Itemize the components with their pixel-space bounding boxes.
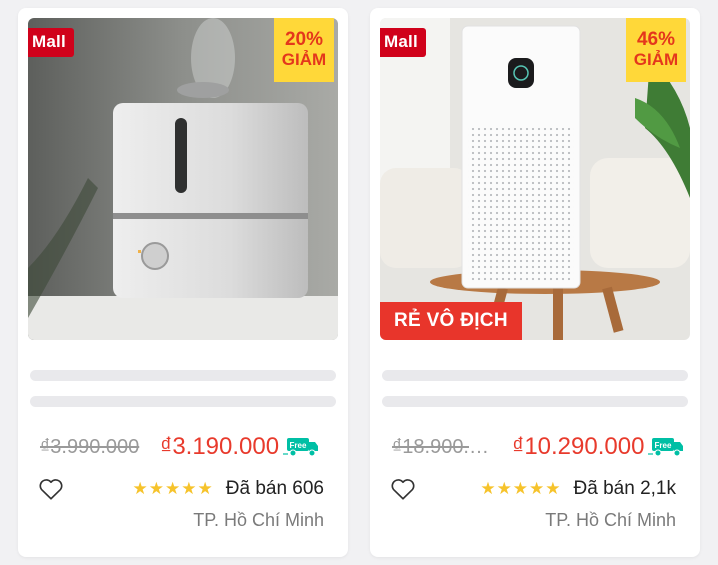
shop-location: TP. Hồ Chí Minh [193,510,324,530]
free-shipping-icon: Free [283,436,319,458]
meta-row: ★★★★★ Đã bán 2,1k [390,474,676,504]
title-placeholder [382,396,688,407]
discount-label: GIẢM [633,50,679,69]
product-image[interactable]: Mall 20% GIẢM [28,18,338,340]
mall-badge: Mall [28,28,74,57]
free-ship-label: Free [655,441,672,450]
free-ship-label: Free [290,441,307,450]
meta-row: ★★★★★ Đã bán 606 [38,474,324,504]
heart-icon[interactable] [390,477,416,501]
mall-badge: Mall [380,28,426,57]
title-placeholder [30,396,336,407]
sold-count: Đã bán 2,1k [573,478,676,499]
sale-price: ₫10.290.000 [512,433,645,460]
discount-percent: 20% [284,29,324,50]
original-price: ₫3.990.000 [40,435,140,458]
promo-banner: RẺ VÔ ĐỊCH [380,302,522,340]
product-card[interactable]: Mall 20% GIẢM ₫3.990.000 ₫3.190.000 Free… [18,8,348,557]
price-row: ₫18.900.000 ₫10.290.000 Free [392,432,692,462]
discount-badge: 20% GIẢM [274,18,334,82]
heart-icon[interactable] [38,477,64,501]
product-card[interactable]: Mall 46% GIẢM RẺ VÔ ĐỊCH ₫18.900.000 ₫10… [370,8,700,557]
title-placeholder [30,370,336,381]
free-shipping-icon: Free [648,436,684,458]
product-image[interactable]: Mall 46% GIẢM RẺ VÔ ĐỊCH [380,18,690,340]
sale-price: ₫3.190.000 [160,433,280,460]
discount-badge: 46% GIẢM [626,18,686,82]
discount-label: GIẢM [281,50,327,69]
shop-location: TP. Hồ Chí Minh [545,510,676,530]
title-placeholder [382,370,688,381]
rating-stars: ★★★★★ [132,479,214,498]
rating-stars: ★★★★★ [480,479,562,498]
original-price: ₫18.900.000 [392,435,496,458]
price-row: ₫3.990.000 ₫3.190.000 Free [40,432,340,462]
sold-count: Đã bán 606 [225,478,324,499]
discount-percent: 46% [636,29,676,50]
